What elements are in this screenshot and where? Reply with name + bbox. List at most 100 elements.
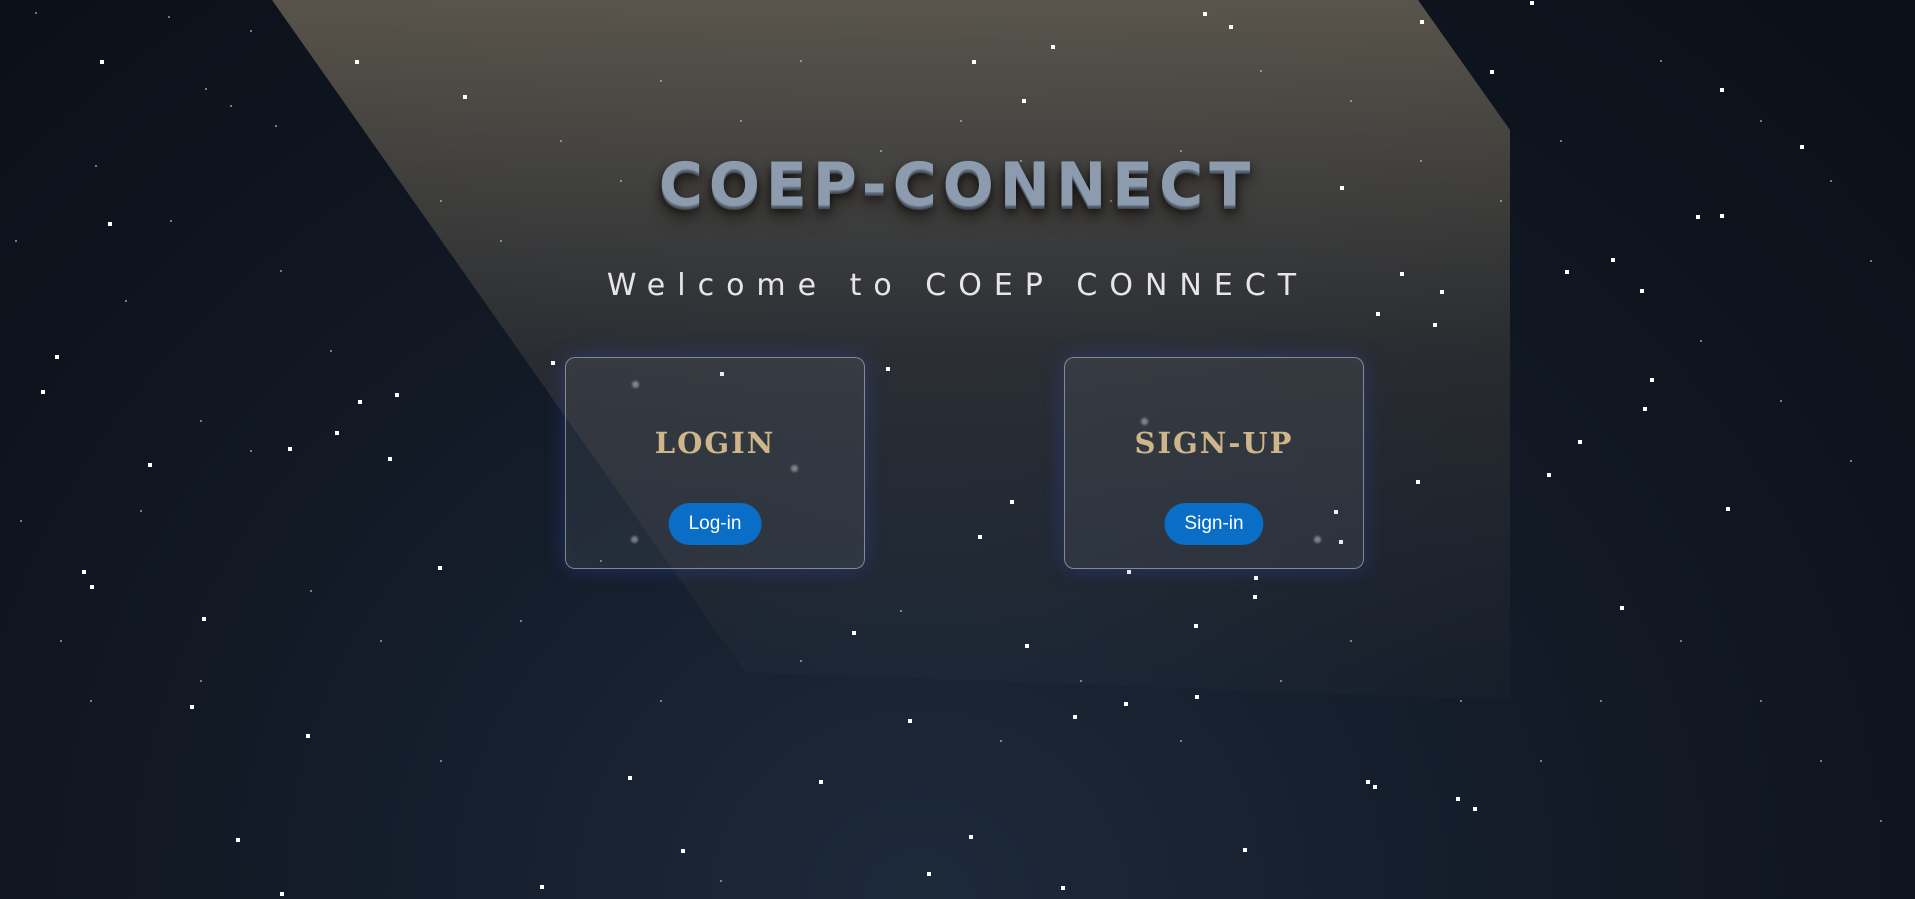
star <box>886 367 890 371</box>
star <box>1124 702 1128 706</box>
login-button[interactable]: Log-in <box>668 503 762 545</box>
welcome-text: Welcome to COEP CONNECT <box>606 268 1309 303</box>
star <box>1420 20 1424 24</box>
star <box>1680 640 1682 642</box>
star <box>82 570 86 574</box>
star <box>1229 25 1233 29</box>
star <box>681 849 685 853</box>
star <box>1376 312 1380 316</box>
star <box>288 447 292 451</box>
signup-button[interactable]: Sign-in <box>1164 503 1264 545</box>
star <box>1800 145 1804 149</box>
star <box>358 400 362 404</box>
star <box>100 60 104 64</box>
star <box>108 222 112 226</box>
login-heading: LOGIN <box>654 426 776 460</box>
star <box>395 393 399 397</box>
star <box>1010 500 1014 504</box>
star <box>1180 740 1182 742</box>
star <box>560 140 562 142</box>
star <box>1260 70 1262 72</box>
star <box>1416 480 1420 484</box>
star <box>1820 760 1822 762</box>
star <box>190 705 194 709</box>
star <box>1780 400 1782 402</box>
star <box>388 457 392 461</box>
star <box>200 420 202 422</box>
star <box>1850 460 1852 462</box>
star <box>1650 378 1654 382</box>
star <box>55 355 59 359</box>
star <box>440 760 442 762</box>
star <box>1073 715 1077 719</box>
star <box>1760 700 1762 702</box>
card-sparkle <box>1314 536 1321 543</box>
star <box>90 585 94 589</box>
star <box>1366 780 1370 784</box>
star <box>852 631 856 635</box>
star <box>1578 440 1582 444</box>
card-sparkle <box>1141 418 1148 425</box>
star <box>41 390 45 394</box>
star <box>1051 45 1055 49</box>
star <box>1660 60 1662 62</box>
star <box>335 431 339 435</box>
star <box>1473 807 1477 811</box>
star <box>1127 570 1131 574</box>
star <box>1620 606 1624 610</box>
star <box>1203 12 1207 16</box>
star <box>15 240 17 242</box>
star <box>1350 640 1352 642</box>
star <box>1061 886 1065 890</box>
star <box>978 535 982 539</box>
star <box>1611 258 1615 262</box>
star <box>250 450 252 452</box>
star <box>628 776 632 780</box>
star <box>438 566 442 570</box>
star <box>1870 260 1872 262</box>
star <box>60 640 62 642</box>
star <box>280 892 284 896</box>
star <box>200 680 202 682</box>
star <box>1194 624 1198 628</box>
star <box>960 120 962 122</box>
star <box>908 719 912 723</box>
star <box>140 510 142 512</box>
star <box>168 16 170 18</box>
star <box>520 620 522 622</box>
star <box>1280 680 1282 682</box>
card-sparkle <box>631 536 638 543</box>
star <box>380 640 382 642</box>
star <box>463 95 467 99</box>
signup-heading: SIGN-UP <box>1134 426 1294 460</box>
star <box>740 120 742 122</box>
star <box>236 838 240 842</box>
star <box>969 835 973 839</box>
star <box>800 60 802 62</box>
star <box>1350 100 1352 102</box>
star <box>330 350 332 352</box>
star <box>660 80 662 82</box>
star <box>275 125 277 127</box>
star <box>1080 680 1082 682</box>
card-sparkle <box>791 465 798 472</box>
star <box>819 780 823 784</box>
star <box>1000 740 1002 742</box>
star <box>1254 576 1258 580</box>
star <box>900 610 902 612</box>
star <box>355 60 359 64</box>
star <box>205 88 207 90</box>
star <box>1547 473 1551 477</box>
star <box>1720 88 1724 92</box>
page-title: COEP-CONNECT <box>658 150 1257 220</box>
star <box>250 30 252 32</box>
star <box>148 463 152 467</box>
star <box>551 361 555 365</box>
star <box>306 734 310 738</box>
star <box>1025 644 1029 648</box>
star <box>1022 99 1026 103</box>
star <box>1530 1 1534 5</box>
star <box>230 105 232 107</box>
star <box>800 660 802 662</box>
signup-card: SIGN-UP Sign-in <box>1064 357 1364 569</box>
